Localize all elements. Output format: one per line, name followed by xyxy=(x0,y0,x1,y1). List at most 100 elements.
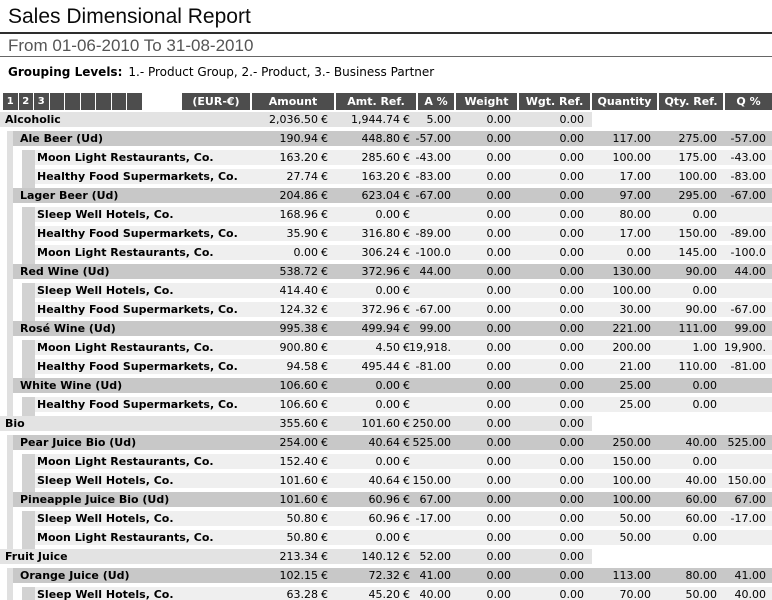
table-row: Red Wine (Ud)538.72€372.96€44.000.000.00… xyxy=(0,264,772,283)
indent-guide-level2 xyxy=(22,207,35,226)
table-rows: Alcoholic2,036.50€1,944.74€5.000.000.00A… xyxy=(0,112,772,600)
amt-ref-value: 72.32 xyxy=(282,568,400,583)
level-box-empty xyxy=(112,93,127,110)
table-row: Healthy Food Supermarkets, Co.27.74€163.… xyxy=(0,169,772,188)
date-range: From 01-06-2010 To 31-08-2010 xyxy=(8,36,253,56)
wgt-ref-value: 0.00 xyxy=(514,321,584,336)
table-row: Pear Juice Bio (Ud)254.00€40.64€525.000.… xyxy=(0,435,772,454)
q-pct-value xyxy=(704,530,766,545)
wgt-ref-value: 0.00 xyxy=(514,150,584,165)
indent-guide-level1 xyxy=(7,359,13,378)
column-header-weight: Weight xyxy=(456,93,517,110)
quantity-value: 21.00 xyxy=(585,359,651,374)
quantity-value: 80.00 xyxy=(585,207,651,222)
amt-ref-value: 40.64 xyxy=(282,473,400,488)
column-header-wgt-ref: Wgt. Ref. xyxy=(519,93,590,110)
table-row: White Wine (Ud)106.60€0.00€0.000.0025.00… xyxy=(0,378,772,397)
table-row: Moon Light Restaurants, Co.50.80€0.00€0.… xyxy=(0,530,772,549)
amt-ref-value: 285.60 xyxy=(282,150,400,165)
weight-value: 0.00 xyxy=(445,112,511,127)
table-row: Healthy Food Supermarkets, Co.124.32€372… xyxy=(0,302,772,321)
indent-guide-level1 xyxy=(7,207,13,226)
indent-guide-level2 xyxy=(22,454,35,473)
indent-guide-level1 xyxy=(7,473,13,492)
q-pct-value: 41.00 xyxy=(704,568,766,583)
wgt-ref-value: 0.00 xyxy=(514,473,584,488)
grouping-levels-label: Grouping Levels: xyxy=(8,65,122,79)
date-divider xyxy=(0,56,772,57)
table-row: Moon Light Restaurants, Co.163.20€285.60… xyxy=(0,150,772,169)
quantity-value: 113.00 xyxy=(585,568,651,583)
wgt-ref-value: 0.00 xyxy=(514,188,584,203)
grouping-level-boxes: 1 2 3 xyxy=(3,93,142,110)
q-pct-value xyxy=(704,416,766,431)
column-header-amt-ref: Amt. Ref. xyxy=(336,93,416,110)
indent-guide-level1 xyxy=(7,245,13,264)
column-header-amount: Amount xyxy=(252,93,334,110)
weight-value: 0.00 xyxy=(445,245,511,260)
amt-ref-value: 60.96 xyxy=(282,492,400,507)
amt-ref-value: 0.00 xyxy=(282,454,400,469)
weight-value: 0.00 xyxy=(445,207,511,222)
amt-ref-value: 306.24 xyxy=(282,245,400,260)
weight-value: 0.00 xyxy=(445,397,511,412)
amt-ref-value: 448.80 xyxy=(282,131,400,146)
q-pct-value: 525.00 xyxy=(704,435,766,450)
level-box-1: 1 xyxy=(3,93,18,110)
row-label: Red Wine (Ud) xyxy=(20,264,110,279)
column-header-quantity: Quantity xyxy=(592,93,657,110)
weight-value: 0.00 xyxy=(445,568,511,583)
table-row: Sleep Well Hotels, Co.101.60€40.64€150.0… xyxy=(0,473,772,492)
amt-ref-value: 316.80 xyxy=(282,226,400,241)
weight-value: 0.00 xyxy=(445,530,511,545)
wgt-ref-value: 0.00 xyxy=(514,511,584,526)
amt-ref-value: 0.00 xyxy=(282,207,400,222)
quantity-value: 0.00 xyxy=(585,245,651,260)
wgt-ref-value: 0.00 xyxy=(514,397,584,412)
wgt-ref-value: 0.00 xyxy=(514,378,584,393)
wgt-ref-value: 0.00 xyxy=(514,587,584,600)
table-row: Sleep Well Hotels, Co.63.28€45.20€40.000… xyxy=(0,587,772,600)
grouping-levels-value: 1.- Product Group, 2.- Product, 3.- Busi… xyxy=(128,65,434,79)
indent-guide-level1 xyxy=(7,283,13,302)
report-page: Sales Dimensional Report From 01-06-2010… xyxy=(0,0,772,600)
amt-ref-value: 0.00 xyxy=(282,530,400,545)
weight-value: 0.00 xyxy=(445,264,511,279)
amt-ref-value: 4.50 xyxy=(282,340,400,355)
q-pct-value xyxy=(704,397,766,412)
q-pct-value: -100.0 xyxy=(704,245,766,260)
level-box-empty xyxy=(127,93,142,110)
weight-value: 0.00 xyxy=(445,226,511,241)
quantity-value: 70.00 xyxy=(585,587,651,600)
weight-value: 0.00 xyxy=(445,587,511,600)
indent-guide-level2 xyxy=(22,473,35,492)
wgt-ref-value: 0.00 xyxy=(514,264,584,279)
quantity-value: 17.00 xyxy=(585,226,651,241)
table-row: Alcoholic2,036.50€1,944.74€5.000.000.00 xyxy=(0,112,772,131)
weight-value: 0.00 xyxy=(445,473,511,488)
wgt-ref-value: 0.00 xyxy=(514,207,584,222)
indent-guide-level1 xyxy=(7,340,13,359)
table-row: Fruit Juice213.34€140.12€52.000.000.00 xyxy=(0,549,772,568)
amt-ref-value: 0.00 xyxy=(282,397,400,412)
q-pct-value: -43.00 xyxy=(704,150,766,165)
quantity-value: 150.00 xyxy=(585,454,651,469)
indent-guide-level1 xyxy=(7,150,13,169)
indent-guide-level2 xyxy=(22,511,35,530)
row-label: Pear Juice Bio (Ud) xyxy=(20,435,136,450)
row-label: Orange Juice (Ud) xyxy=(20,568,130,583)
quantity-value: 30.00 xyxy=(585,302,651,317)
q-pct-value: -67.00 xyxy=(704,302,766,317)
indent-guide-level2 xyxy=(22,397,35,416)
column-header-a-pct: A % xyxy=(418,93,454,110)
indent-guide-level1 xyxy=(7,587,13,600)
amt-ref-value: 140.12 xyxy=(282,549,400,564)
q-pct-value: 19,900. xyxy=(704,340,766,355)
wgt-ref-value: 0.00 xyxy=(514,302,584,317)
column-header-q-pct: Q % xyxy=(725,93,772,110)
level-box-2: 2 xyxy=(19,93,34,110)
q-pct-value xyxy=(704,207,766,222)
level-box-empty xyxy=(81,93,96,110)
amt-ref-value: 623.04 xyxy=(282,188,400,203)
wgt-ref-value: 0.00 xyxy=(514,359,584,374)
